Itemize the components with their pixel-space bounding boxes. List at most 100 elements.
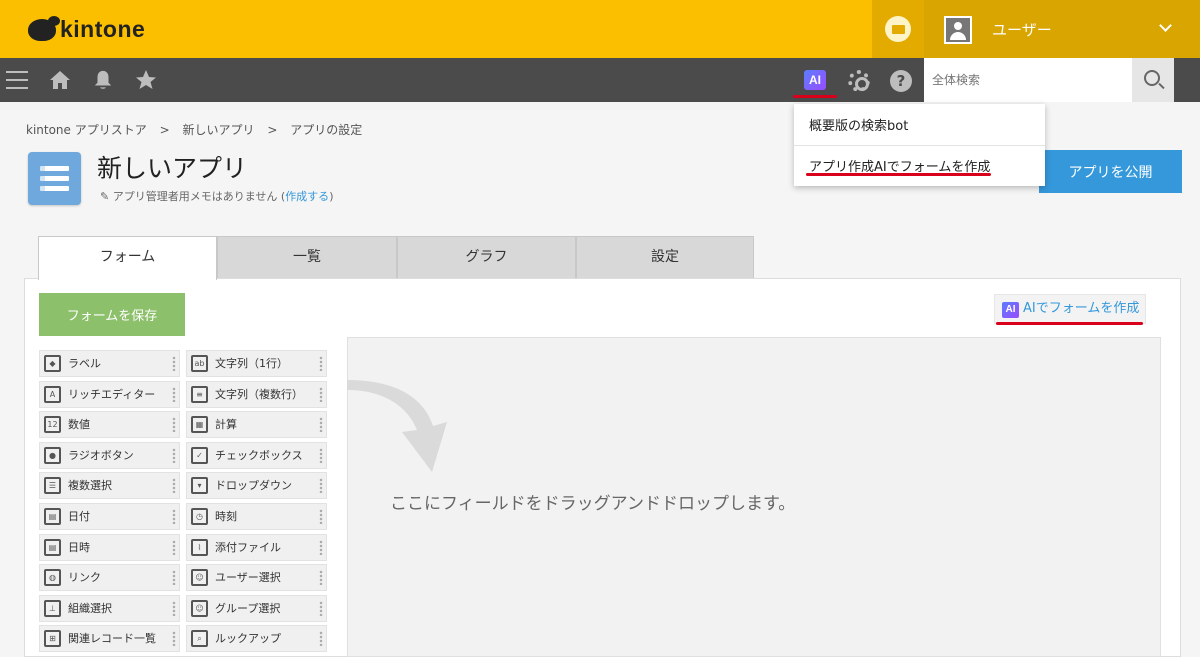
- field-item[interactable]: ▤ 日付: [39, 503, 180, 530]
- paperclip-icon: ⌇: [191, 538, 208, 556]
- dropdown-icon: ▾: [191, 477, 208, 495]
- notification-area: [872, 0, 924, 58]
- field-item[interactable]: ◍ リンク: [39, 564, 180, 592]
- drag-handle-icon[interactable]: [172, 570, 176, 586]
- field-label: 文字列（複数行）: [215, 387, 303, 401]
- ai-assistant-icon[interactable]: AI: [804, 70, 826, 90]
- ai-create-form-label: AIでフォームを作成: [1023, 301, 1140, 316]
- drag-handle-icon[interactable]: [172, 447, 176, 463]
- global-search-input[interactable]: [924, 58, 1132, 102]
- tab-graph[interactable]: グラフ: [397, 236, 576, 279]
- breadcrumb-item-app[interactable]: 新しいアプリ: [182, 123, 254, 137]
- field-item[interactable]: ◆ ラベル: [39, 350, 180, 377]
- field-item[interactable]: ▾ ドロップダウン: [186, 472, 327, 500]
- ai-icon-highlight: [793, 95, 837, 98]
- ai-create-form-button[interactable]: AI AIでフォームを作成: [994, 294, 1146, 324]
- field-item[interactable]: A リッチエディター: [39, 380, 180, 408]
- drag-handle-icon[interactable]: [319, 356, 323, 371]
- field-item[interactable]: ⌕ ルックアップ: [186, 625, 327, 653]
- memo-text: アプリ管理者用メモはありません: [112, 190, 278, 203]
- drag-handle-icon[interactable]: [172, 509, 176, 524]
- breadcrumb-item-settings: アプリの設定: [290, 123, 363, 137]
- drag-handle-icon[interactable]: [319, 386, 323, 402]
- mail-icon[interactable]: [885, 16, 911, 42]
- field-item[interactable]: ☺ グループ選択: [186, 594, 327, 622]
- menu-item-search-bot[interactable]: 概要版の検索bot: [809, 115, 908, 134]
- tab-form[interactable]: フォーム: [38, 236, 217, 280]
- memo-create-link[interactable]: 作成する: [285, 190, 329, 203]
- field-item[interactable]: ✓ チェックボックス: [186, 441, 327, 469]
- field-label: グループ選択: [215, 601, 281, 615]
- user-menu[interactable]: ユーザー: [924, 0, 1200, 58]
- gear-icon[interactable]: [848, 70, 870, 92]
- tab-settings[interactable]: 設定: [576, 236, 754, 279]
- avatar: [944, 16, 972, 44]
- field-item[interactable]: 12 数値: [39, 411, 180, 439]
- field-label: 文字列（1行）: [215, 357, 288, 370]
- field-label: ユーザー選択: [215, 571, 281, 585]
- drag-handle-icon[interactable]: [319, 417, 323, 433]
- field-item[interactable]: ⊞ 関連レコード一覧: [39, 625, 180, 653]
- field-item[interactable]: ● ラジオボタン: [39, 441, 180, 469]
- drag-handle-icon[interactable]: [319, 631, 323, 647]
- drag-handle-icon[interactable]: [319, 539, 323, 555]
- drag-handle-icon[interactable]: [172, 417, 176, 433]
- chevron-down-icon: [1159, 19, 1172, 32]
- radio-icon: ●: [44, 446, 61, 464]
- drag-handle-icon[interactable]: [319, 570, 323, 586]
- rich-editor-icon: A: [44, 385, 61, 403]
- field-label: 日時: [68, 540, 90, 554]
- breadcrumb-separator: >: [159, 123, 170, 137]
- home-icon[interactable]: [48, 68, 72, 92]
- ai-button-highlight: [996, 322, 1143, 325]
- group-icon: ☺: [191, 599, 208, 617]
- field-label: チェックボックス: [215, 448, 303, 462]
- drag-handle-icon[interactable]: [319, 600, 323, 616]
- help-icon[interactable]: ?: [890, 70, 912, 92]
- field-item[interactable]: ▤ 日時: [39, 533, 180, 561]
- drag-handle-icon[interactable]: [319, 447, 323, 463]
- drag-handle-icon[interactable]: [172, 600, 176, 616]
- lookup-icon: ⌕: [191, 630, 208, 648]
- drag-handle-icon[interactable]: [319, 478, 323, 494]
- publish-app-button[interactable]: アプリを公開: [1039, 150, 1182, 193]
- text-line-icon: ab: [191, 355, 208, 372]
- field-item[interactable]: ▦ 計算: [186, 411, 327, 439]
- drop-hint: ここにフィールドをドラッグアンドドロップします。: [390, 494, 796, 514]
- admin-memo: ✎ アプリ管理者用メモはありません (作成する): [100, 190, 334, 203]
- breadcrumb-item-app-store[interactable]: kintone アプリストア: [26, 123, 147, 137]
- field-label: ドロップダウン: [215, 479, 292, 493]
- field-item[interactable]: ≡ 文字列（複数行）: [186, 380, 327, 408]
- field-item[interactable]: ab 文字列（1行）: [186, 350, 327, 377]
- checkbox-icon: ✓: [191, 446, 208, 464]
- bell-icon[interactable]: [92, 69, 114, 91]
- field-label: 複数選択: [68, 479, 112, 493]
- datetime-icon: ▤: [44, 538, 61, 556]
- drag-handle-icon[interactable]: [172, 478, 176, 494]
- field-item[interactable]: ◷ 時刻: [186, 503, 327, 530]
- page-title: 新しいアプリ: [97, 154, 248, 183]
- kintone-logo[interactable]: kintone: [28, 15, 146, 43]
- star-icon[interactable]: [134, 68, 158, 92]
- field-label: 計算: [215, 418, 237, 432]
- field-item[interactable]: ⊥ 組織選択: [39, 594, 180, 622]
- search-icon[interactable]: [1132, 58, 1174, 102]
- menu-icon[interactable]: [6, 71, 28, 95]
- drag-handle-icon[interactable]: [172, 539, 176, 555]
- field-label: 数値: [68, 418, 90, 432]
- field-item[interactable]: ⌇ 添付ファイル: [186, 533, 327, 561]
- drag-handle-icon[interactable]: [172, 631, 176, 647]
- number-icon: 12: [44, 416, 61, 434]
- field-item[interactable]: ☰ 複数選択: [39, 472, 180, 500]
- curved-arrow-icon: [347, 380, 447, 472]
- save-form-button[interactable]: フォームを保存: [39, 293, 185, 336]
- drag-handle-icon[interactable]: [319, 509, 323, 524]
- logo-text: kintone: [60, 16, 146, 42]
- field-item[interactable]: ☺ ユーザー選択: [186, 564, 327, 592]
- drag-handle-icon[interactable]: [172, 386, 176, 402]
- drag-handle-icon[interactable]: [172, 356, 176, 371]
- field-label: 組織選択: [68, 601, 112, 615]
- clock-icon: ◷: [191, 508, 208, 525]
- field-label: ラジオボタン: [68, 448, 134, 462]
- tab-list[interactable]: 一覧: [217, 236, 397, 279]
